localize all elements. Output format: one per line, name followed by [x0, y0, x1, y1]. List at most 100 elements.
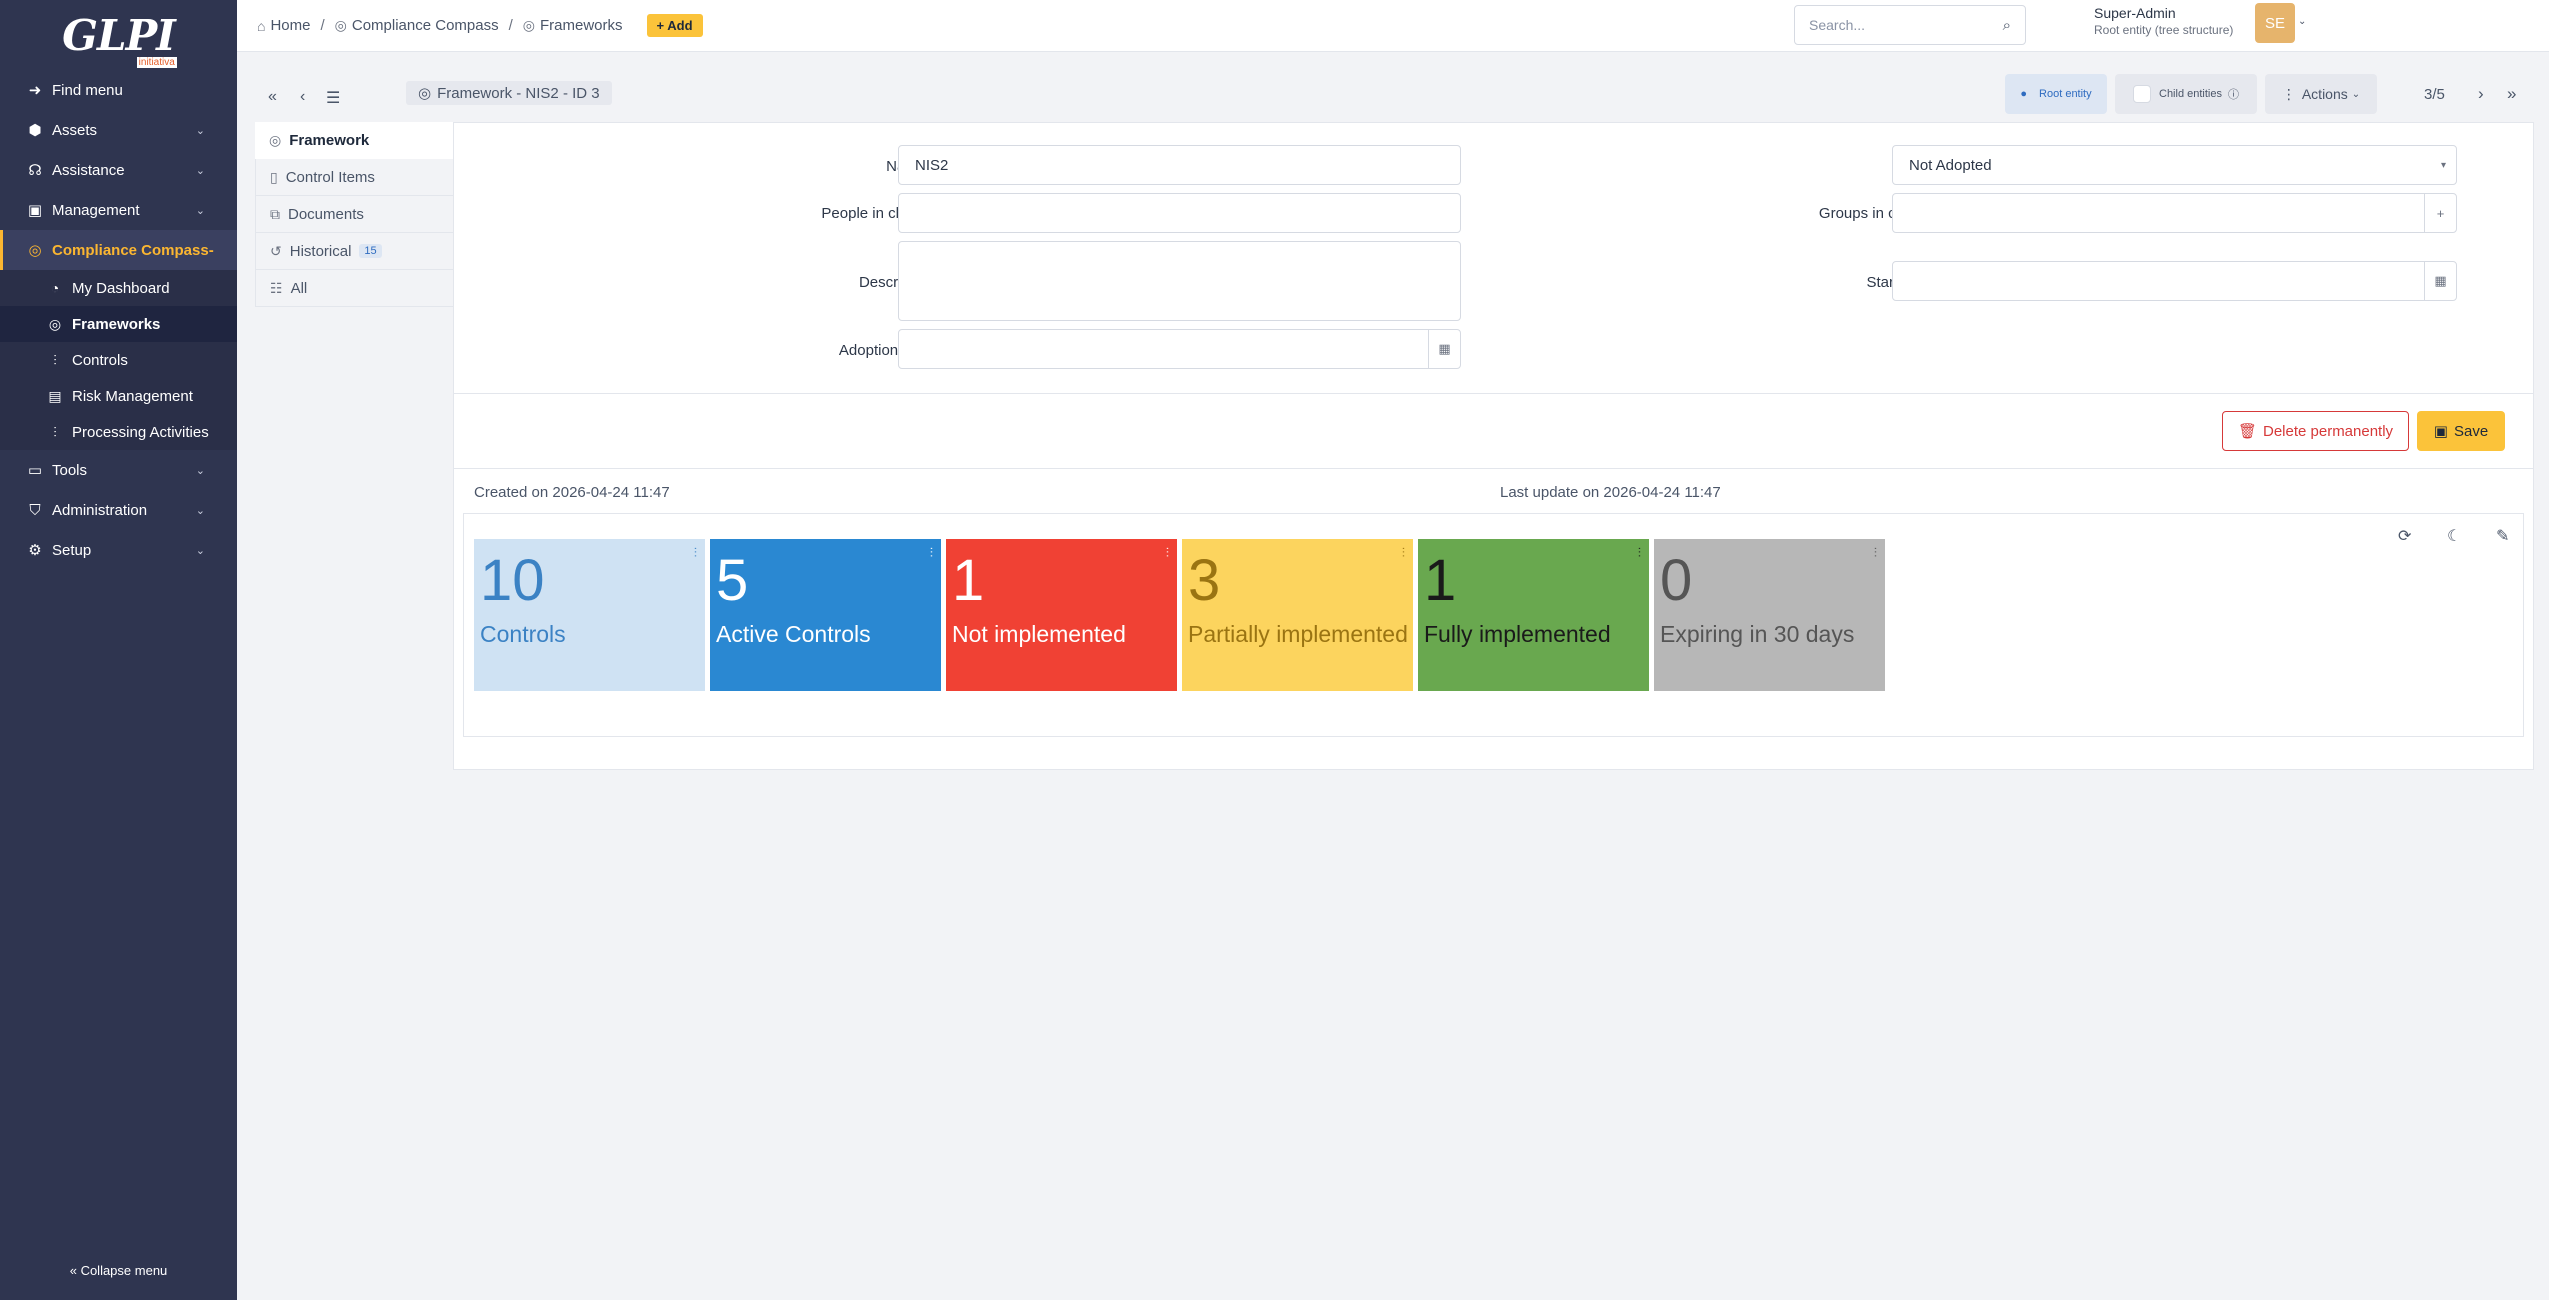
child-entities-toggle[interactable]: Child entities ⓘ: [2115, 74, 2257, 114]
breadcrumb-home[interactable]: ⌂ Home: [257, 17, 310, 34]
subnav-my-dashboard[interactable]: ◔ My Dashboard: [0, 270, 237, 306]
subnav-risk-management[interactable]: ▤ Risk Management: [0, 378, 237, 414]
nav-tools[interactable]: ▭ Tools ⌄: [0, 450, 237, 490]
subnav-processing-activities[interactable]: ⫶ Processing Activities: [0, 414, 237, 450]
compass-icon: ◎: [28, 242, 42, 259]
compass-icon: ◎: [334, 17, 347, 33]
start-date-field[interactable]: ▦: [1892, 261, 2457, 301]
subnav-label: Processing Activities: [72, 423, 209, 441]
briefcase-icon: ▭: [27, 462, 43, 479]
people-in-charge-label: People in charge: [821, 205, 934, 222]
compass-icon: ◎: [269, 132, 282, 148]
glpi-logo[interactable]: GLPI initiativa: [0, 0, 237, 70]
subnav-frameworks[interactable]: ◎ Frameworks: [0, 306, 237, 342]
sliders-icon: ⫶: [929, 545, 933, 560]
nav-assets[interactable]: ⬢ Assets ⌄: [0, 110, 237, 150]
nav-management[interactable]: ▣ Management ⌄: [0, 190, 237, 230]
moon-icon[interactable]: ☾: [2447, 526, 2461, 546]
caret-down-icon: ▾: [2440, 159, 2446, 171]
user-menu[interactable]: Super-Admin Root entity (tree structure): [2094, 5, 2233, 37]
logo-text: GLPI: [62, 10, 176, 60]
tab-all[interactable]: ☷ All: [255, 270, 455, 307]
stat-tile[interactable]: 3 Partially implemented ⫶: [1182, 539, 1413, 691]
sidebar: GLPI initiativa ➜ Find menu ⬢ Assets ⌄ ☊ Assi…: [0, 0, 237, 1300]
nav-assistance[interactable]: ☊ Assistance ⌄: [0, 150, 237, 190]
stat-value: 1: [952, 548, 985, 613]
stat-tile[interactable]: 10 Controls ⫶: [474, 539, 705, 691]
chevron-down-icon[interactable]: ⌄: [2298, 16, 2306, 27]
breadcrumb-frameworks[interactable]: ◎ Frameworks: [523, 17, 623, 34]
save-icon: ▣: [2433, 423, 2448, 440]
box-icon: ⬢: [28, 122, 42, 139]
calendar-icon[interactable]: ▦: [2424, 262, 2456, 300]
tab-historical[interactable]: ↺ Historical 15: [255, 233, 455, 270]
stat-tile[interactable]: 1 Fully implemented ⫶: [1418, 539, 1649, 691]
stat-tile[interactable]: 0 Expiring in 30 days ⫶: [1654, 539, 1885, 691]
edit-icon[interactable]: ✎: [2496, 526, 2509, 546]
calendar-icon[interactable]: ▦: [1428, 330, 1460, 368]
avatar[interactable]: SE: [2255, 3, 2295, 43]
framework-form: Name* NIS2 People in charge Description …: [453, 122, 2534, 770]
double-chevron-left-icon[interactable]: «: [268, 88, 277, 106]
nav-label: Compliance Compass-: [52, 241, 214, 259]
plus-icon[interactable]: +: [2424, 194, 2456, 232]
stat-value: 1: [1424, 548, 1457, 613]
plus-icon: +: [656, 18, 665, 33]
breadcrumb-compliance-compass[interactable]: ◎ Compliance Compass: [335, 17, 499, 34]
search-list-icon[interactable]: ☰: [326, 88, 340, 108]
actions-dropdown[interactable]: ⋮ Actions ⌄: [2265, 74, 2377, 114]
search-input[interactable]: Search... ⌕: [1794, 5, 2026, 45]
tabs: ◎ Framework ▯ Control Items ⧉ Documents ↺ Hi…: [255, 122, 455, 307]
tab-control-items[interactable]: ▯ Control Items: [255, 159, 455, 196]
stat-value: 3: [1188, 548, 1221, 613]
name-field[interactable]: NIS2: [898, 145, 1461, 185]
headset-icon: ☊: [28, 162, 42, 179]
double-chevron-right-icon[interactable]: »: [2507, 84, 2516, 104]
status-select[interactable]: Not Adopted ▾: [1892, 145, 2457, 185]
stat-tile[interactable]: 1 Not implemented ⫶: [946, 539, 1177, 691]
add-label: Add: [667, 18, 693, 33]
nav-label: Administration: [52, 501, 148, 519]
sliders-icon: ⫶: [53, 423, 57, 440]
save-button[interactable]: ▣ Save: [2417, 411, 2505, 451]
collapse-menu-button[interactable]: « Collapse menu: [0, 1263, 237, 1278]
refresh-icon[interactable]: ⟳: [2398, 526, 2411, 546]
nav-label: Tools: [52, 461, 88, 479]
stat-value: 0: [1660, 548, 1693, 613]
chevron-down-icon: ⌄: [195, 124, 205, 137]
stat-tile[interactable]: 5 Active Controls ⫶: [710, 539, 941, 691]
chevron-down-icon: ⌄: [195, 504, 205, 517]
breadcrumb-separator: /: [508, 17, 513, 34]
chevron-right-icon[interactable]: ›: [2478, 84, 2484, 104]
groups-in-charge-field[interactable]: +: [1892, 193, 2457, 233]
nav-label: Management: [52, 201, 140, 219]
double-chevron-left-icon: «: [69, 1263, 77, 1278]
sliders-icon: ⫶: [1637, 545, 1641, 560]
delete-permanently-button[interactable]: 🗑 Delete permanently: [2222, 411, 2409, 451]
chevron-down-icon: ⌄: [195, 464, 205, 477]
chevron-down-icon: ⌄: [195, 204, 205, 217]
root-entity-button[interactable]: ● Root entity: [2005, 74, 2107, 114]
tab-documents[interactable]: ⧉ Documents: [255, 196, 455, 233]
description-textarea[interactable]: [898, 241, 1461, 321]
sliders-icon: ⫶: [1401, 545, 1405, 560]
chevron-left-icon[interactable]: ‹: [300, 88, 305, 106]
add-button[interactable]: + Add: [646, 14, 703, 37]
nav-compliance-compass[interactable]: ◎ Compliance Compass-: [0, 230, 237, 270]
divider: [454, 468, 2533, 469]
delete-label: Delete permanently: [2262, 422, 2394, 440]
nav-administration[interactable]: ⛉ Administration ⌄: [0, 490, 237, 530]
compass-icon: ◎: [48, 315, 62, 332]
user-name: Super-Admin: [2094, 5, 2176, 21]
subnav-controls[interactable]: ⫶ Controls: [0, 342, 237, 378]
search-icon[interactable]: ⌕: [2003, 17, 2011, 34]
checkbox[interactable]: [2133, 85, 2151, 103]
stat-label: Not implemented: [952, 621, 1126, 647]
tab-framework[interactable]: ◎ Framework: [255, 122, 455, 159]
nav-find-menu[interactable]: ➜ Find menu: [0, 70, 237, 110]
chevron-down-icon: ⌄: [2351, 88, 2361, 100]
people-in-charge-field[interactable]: [898, 193, 1461, 233]
nav-setup[interactable]: ⚙ Setup ⌄: [0, 530, 237, 570]
subnav-label: Frameworks: [72, 315, 161, 333]
adoption-date-field[interactable]: ▦: [898, 329, 1461, 369]
